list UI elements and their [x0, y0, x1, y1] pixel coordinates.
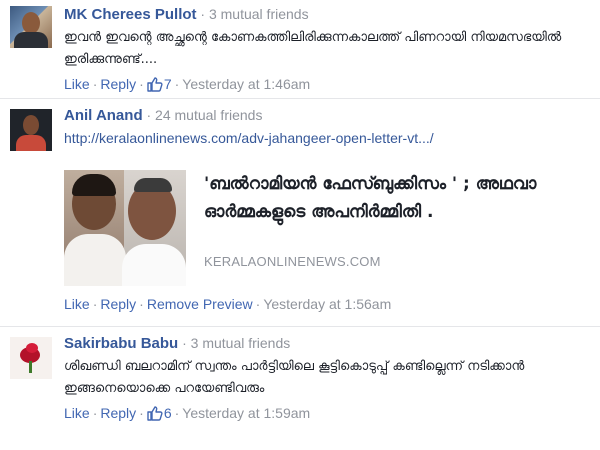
author-name[interactable]: Anil Anand: [64, 107, 143, 124]
reply-button[interactable]: Reply: [100, 296, 136, 312]
comment-header: Sakirbabu Babu · 3 mutual friends: [64, 333, 590, 354]
like-button[interactable]: Like: [64, 296, 90, 312]
comment-text: ശിഖണ്ഡി ബലറാമിന് സ്വന്തം പാർട്ടിയിലെ കൂട…: [64, 359, 525, 396]
like-button[interactable]: Like: [64, 76, 90, 92]
reply-button[interactable]: Reply: [100, 405, 136, 421]
comment-body: Sakirbabu Babu · 3 mutual friends ശിഖണ്ഡ…: [64, 333, 590, 423]
comment-header: MK Cherees Pullot · 3 mutual friends: [64, 4, 590, 25]
thumbs-up-icon: [147, 406, 163, 421]
timestamp[interactable]: Yesterday at 1:46am: [182, 76, 310, 92]
reply-button[interactable]: Reply: [100, 76, 136, 92]
comment-3: Sakirbabu Babu · 3 mutual friends ശിഖണ്ഡ…: [0, 326, 600, 434]
comment-header: Anil Anand · 24 mutual friends: [64, 105, 590, 126]
comment-2: Anil Anand · 24 mutual friends http://ke…: [0, 98, 600, 326]
separator: ·: [92, 296, 98, 312]
like-count[interactable]: 7: [147, 76, 172, 92]
avatar-shirt: [14, 32, 48, 48]
comment-actions: Like · Reply · 7 · Yesterday at 1:46am: [64, 74, 590, 94]
remove-preview-button[interactable]: Remove Preview: [147, 296, 253, 312]
avatar-face: [22, 12, 40, 34]
separator: ·: [139, 76, 144, 92]
comment-actions: Like · Reply · 6 · Yesterday at 1:59am: [64, 403, 590, 423]
separator: ·: [255, 296, 261, 312]
author-name[interactable]: MK Cherees Pullot: [64, 6, 197, 23]
comment-body: MK Cherees Pullot · 3 mutual friends ഇവൻ…: [64, 4, 590, 94]
avatar[interactable]: [10, 337, 52, 379]
comment-1: MK Cherees Pullot · 3 mutual friends ഇവൻ…: [0, 0, 600, 98]
timestamp[interactable]: Yesterday at 1:56am: [263, 296, 391, 312]
like-button[interactable]: Like: [64, 405, 90, 421]
comment-text: ഇവൻ ഇവന്റെ അച്ഛന്റെ കോണകത്തിലിരിക്കുന്നക…: [64, 30, 562, 67]
mutual-friends[interactable]: · 24 mutual friends: [143, 107, 262, 123]
comment-actions: Like · Reply · Remove Preview · Yesterday at 1…: [64, 294, 590, 314]
avatar-shirt: [16, 135, 46, 151]
like-count-value: 6: [163, 405, 172, 421]
avatar[interactable]: [10, 109, 52, 151]
separator: ·: [139, 405, 144, 421]
preview-image[interactable]: [64, 170, 186, 286]
like-count-value: 7: [163, 76, 172, 92]
timestamp[interactable]: Yesterday at 1:59am: [182, 405, 310, 421]
separator: ·: [139, 296, 144, 312]
thumbs-up-icon: [147, 77, 163, 92]
avatar[interactable]: [10, 6, 52, 48]
separator: ·: [92, 405, 98, 421]
person-body-left: [64, 234, 126, 286]
comment-link[interactable]: http://keralaonlinenews.com/adv-jahangee…: [64, 128, 590, 148]
link-preview[interactable]: 'ബൽറാമിയൻ ഫേസ്ബുക്കിസം ' ; അഥവാ ഓർമ്മകളു…: [64, 166, 590, 290]
mutual-friends[interactable]: · 3 mutual friends: [178, 335, 290, 351]
preview-title[interactable]: 'ബൽറാമിയൻ ഫേസ്ബുക്കിസം ' ; അഥവാ ഓർമ്മകളു…: [204, 170, 590, 226]
avatar-face: [23, 115, 39, 135]
separator: ·: [174, 405, 180, 421]
comment-body: Anil Anand · 24 mutual friends http://ke…: [64, 105, 590, 314]
person-body-right: [122, 244, 186, 286]
separator: ·: [92, 76, 98, 92]
preview-domain: KERALAONLINENEWS.COM: [204, 254, 381, 269]
like-count[interactable]: 6: [147, 405, 172, 421]
mutual-friends[interactable]: · 3 mutual friends: [197, 6, 308, 22]
author-name[interactable]: Sakirbabu Babu: [64, 335, 178, 352]
separator: ·: [174, 76, 180, 92]
